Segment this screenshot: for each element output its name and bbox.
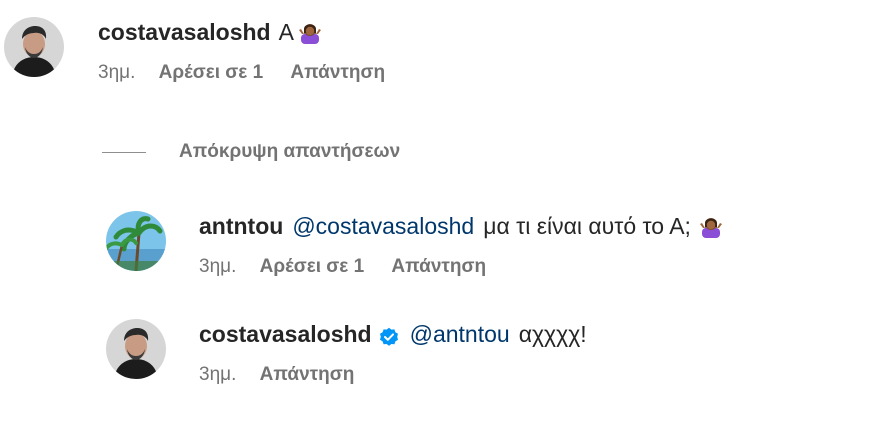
woman-shrugging-emoji-icon bbox=[699, 214, 723, 238]
likes-count-link[interactable]: Αρέσει σε 1 bbox=[260, 256, 364, 277]
reply-button[interactable]: Απάντηση bbox=[290, 62, 385, 83]
reply-time: 3ημ. bbox=[199, 364, 237, 385]
reply-comment: antntou @costavasaloshd μα τι είναι αυτό… bbox=[106, 211, 723, 279]
reply-text: αχχχχ! bbox=[518, 321, 587, 347]
woman-shrugging-emoji-icon bbox=[298, 20, 322, 44]
avatar[interactable] bbox=[106, 319, 166, 379]
comment: costavasaloshd Α 3ημ. Αρέσει σε 1 Απάντη… bbox=[4, 17, 407, 85]
comment-text: Α bbox=[278, 19, 294, 45]
reply-comment: costavasaloshd @antntou αχχχχ! 3ημ. Απάν… bbox=[106, 319, 587, 387]
avatar[interactable] bbox=[4, 17, 64, 77]
mention-link[interactable]: @costavasaloshd bbox=[292, 211, 474, 241]
hide-replies-label: Απόκρυψη απαντήσεων bbox=[179, 141, 401, 162]
divider-line bbox=[102, 151, 146, 153]
reply-text: μα τι είναι αυτό το Α; bbox=[483, 213, 691, 239]
likes-count-link[interactable]: Αρέσει σε 1 bbox=[159, 62, 263, 83]
person-avatar-icon bbox=[106, 319, 166, 379]
reply-username[interactable]: antntou bbox=[199, 211, 283, 241]
person-avatar-icon bbox=[4, 17, 64, 77]
comment-username[interactable]: costavasaloshd bbox=[98, 17, 271, 47]
reply-time: 3ημ. bbox=[199, 256, 237, 277]
reply-button[interactable]: Απάντηση bbox=[260, 364, 355, 385]
palm-trees-avatar-icon bbox=[106, 211, 166, 271]
avatar[interactable] bbox=[106, 211, 166, 271]
reply-button[interactable]: Απάντηση bbox=[391, 256, 486, 277]
mention-link[interactable]: @antntou bbox=[410, 319, 510, 349]
comment-time: 3ημ. bbox=[98, 62, 136, 83]
verified-badge-icon bbox=[379, 324, 399, 346]
hide-replies-button[interactable]: Απόκρυψη απαντήσεων bbox=[102, 141, 400, 163]
reply-username[interactable]: costavasaloshd bbox=[199, 319, 372, 349]
